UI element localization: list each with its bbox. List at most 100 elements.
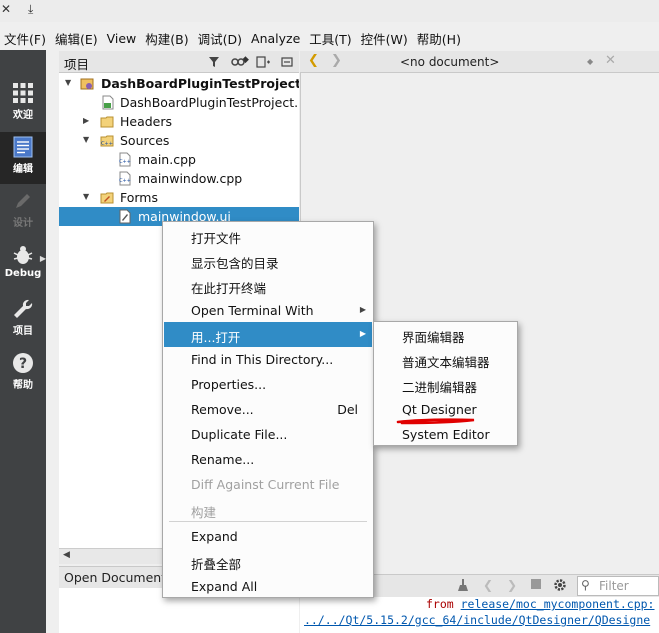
tree-row-mainwindow-cpp[interactable]: C++ mainwindow.cpp bbox=[59, 169, 299, 188]
expanded-arrow-icon[interactable]: ▼ bbox=[83, 192, 89, 201]
menu-controls[interactable]: 控件(W) bbox=[357, 29, 413, 48]
title-bar: ✕ ⤓ bbox=[0, 0, 659, 22]
svg-text:C++: C++ bbox=[101, 141, 113, 147]
forward-icon[interactable]: ❯ bbox=[331, 53, 342, 68]
shortcut-label: Del bbox=[337, 402, 358, 417]
menu-item-rename[interactable]: Rename... bbox=[164, 447, 372, 472]
menu-file[interactable]: 文件(F) bbox=[0, 29, 51, 48]
pane-title[interactable]: 项目 bbox=[64, 54, 89, 73]
menu-analyze[interactable]: Analyze bbox=[247, 31, 305, 46]
previous-item-icon[interactable]: ❮ bbox=[483, 578, 493, 592]
tree-row-main-cpp[interactable]: C++ main.cpp bbox=[59, 150, 299, 169]
tree-row-project[interactable]: ▼ DashBoardPluginTestProject bbox=[59, 74, 299, 93]
mode-label: Debug bbox=[4, 268, 42, 279]
menu-item-find-in-directory[interactable]: Find in This Directory... bbox=[164, 347, 372, 372]
cpp-file-icon: C++ bbox=[119, 171, 131, 186]
menu-item-show-containing-folder[interactable]: 显示包含的目录 bbox=[164, 248, 372, 273]
menu-item-duplicate-file[interactable]: Duplicate File... bbox=[164, 422, 372, 447]
mode-label: 欢迎 bbox=[13, 110, 33, 121]
editor-toolbar: ❮ ❯ <no document> ◆ ✕ bbox=[300, 51, 659, 73]
link-icon[interactable] bbox=[229, 53, 247, 71]
expand-arrow-icon: ▶ bbox=[39, 254, 46, 263]
menu-item-open-file[interactable]: 打开文件 bbox=[164, 223, 372, 248]
svg-text:C++: C++ bbox=[119, 178, 131, 184]
mode-label: 帮助 bbox=[13, 380, 33, 391]
tree-row-pro-file[interactable]: DashBoardPluginTestProject.pro bbox=[59, 93, 299, 112]
submenu-arrow-icon: ▶ bbox=[359, 305, 366, 314]
collapsed-arrow-icon[interactable]: ▶ bbox=[83, 116, 89, 125]
tree-row-sources[interactable]: ▼ C++ Sources bbox=[59, 131, 299, 150]
menu-item-properties[interactable]: Properties... bbox=[164, 372, 372, 397]
close-pane-icon[interactable] bbox=[278, 53, 296, 71]
gear-icon[interactable] bbox=[553, 578, 567, 595]
mode-label: 编辑 bbox=[13, 164, 33, 175]
menu-item-expand-all[interactable]: Expand All bbox=[164, 574, 372, 599]
red-underline-annotation bbox=[396, 418, 475, 425]
menu-view[interactable]: View bbox=[103, 31, 142, 46]
menu-item-expand[interactable]: Expand bbox=[164, 524, 372, 549]
combo-arrow-icon[interactable]: ◆ bbox=[587, 57, 593, 66]
menu-build[interactable]: 构建(B) bbox=[141, 29, 193, 48]
ui-file-icon bbox=[119, 209, 131, 224]
menu-item-remove[interactable]: Remove... Del bbox=[164, 397, 372, 422]
tree-row-forms[interactable]: ▼ Forms bbox=[59, 188, 299, 207]
folder-forms-icon bbox=[100, 192, 114, 204]
mode-edit[interactable]: 编辑 bbox=[0, 132, 46, 184]
expanded-arrow-icon[interactable]: ▼ bbox=[65, 78, 71, 87]
submenu-item-binary-editor[interactable]: 二进制编辑器 bbox=[375, 372, 516, 397]
mode-debug[interactable]: Debug ▶ bbox=[0, 240, 46, 292]
grid-icon bbox=[13, 83, 33, 103]
mode-welcome[interactable]: 欢迎 bbox=[0, 78, 46, 130]
mode-selector: 欢迎 编辑 设计 Debug ▶ 项目 ? 帮助 bbox=[0, 50, 46, 633]
filter-tree-icon[interactable] bbox=[205, 53, 223, 71]
output-line: from release/moc_mycomponent.cpp: bbox=[426, 597, 655, 611]
menu-separator bbox=[169, 521, 367, 522]
menu-item-build: 构建 bbox=[191, 505, 217, 520]
pro-file-icon bbox=[102, 95, 114, 110]
scroll-left-icon[interactable]: ◀ bbox=[63, 550, 70, 560]
close-document-icon[interactable]: ✕ bbox=[605, 53, 616, 68]
submenu-item-system-editor[interactable]: System Editor bbox=[375, 422, 516, 447]
project-icon bbox=[80, 78, 94, 90]
output-file-link[interactable]: ../../Qt/5.15.2/gcc_64/include/QtDesigne… bbox=[304, 613, 650, 627]
menu-bar: 文件(F) 编辑(E) View 构建(B) 调试(D) Analyze 工具(… bbox=[0, 27, 659, 49]
menu-help[interactable]: 帮助(H) bbox=[413, 29, 466, 48]
bug-icon bbox=[13, 246, 33, 264]
mode-help[interactable]: ? 帮助 bbox=[0, 348, 46, 400]
edit-document-icon bbox=[13, 136, 33, 158]
close-icon[interactable]: ✕ bbox=[1, 2, 11, 16]
filter-field[interactable]: ⚲ bbox=[577, 576, 659, 596]
output-line: ../../Qt/5.15.2/gcc_64/include/QtDesigne… bbox=[304, 613, 650, 627]
menu-item-open-terminal-here[interactable]: 在此打开终端 bbox=[164, 273, 372, 298]
folder-icon bbox=[100, 116, 114, 128]
submenu-item-form-editor[interactable]: 界面编辑器 bbox=[375, 322, 516, 347]
search-icon: ⚲ bbox=[581, 578, 590, 592]
menu-debug[interactable]: 调试(D) bbox=[194, 29, 247, 48]
menu-item-open-terminal-with[interactable]: Open Terminal With ▶ bbox=[164, 298, 372, 323]
open-documents-title[interactable]: Open Documents bbox=[64, 570, 173, 585]
output-file-link[interactable]: release/moc_mycomponent.cpp: bbox=[461, 597, 655, 611]
split-icon[interactable] bbox=[254, 53, 272, 71]
mode-projects[interactable]: 项目 bbox=[0, 294, 46, 346]
mode-label: 项目 bbox=[13, 326, 33, 337]
menu-edit[interactable]: 编辑(E) bbox=[51, 29, 103, 48]
tree-row-headers[interactable]: ▶ Headers bbox=[59, 112, 299, 131]
menu-item-open-with[interactable]: 用...打开 ▶ bbox=[164, 322, 372, 347]
pin-icon[interactable]: ⤓ bbox=[28, 2, 33, 17]
submenu-item-plain-text-editor[interactable]: 普通文本编辑器 bbox=[375, 347, 516, 372]
back-icon[interactable]: ❮ bbox=[308, 53, 319, 68]
submenu-arrow-icon: ▶ bbox=[359, 329, 366, 338]
clear-output-icon[interactable] bbox=[456, 578, 470, 595]
wrench-icon bbox=[14, 299, 33, 318]
stop-icon[interactable] bbox=[530, 578, 542, 593]
project-pane-header: 项目 ◆ bbox=[59, 51, 299, 73]
document-combo[interactable]: <no document> bbox=[400, 55, 499, 69]
filter-input[interactable] bbox=[599, 578, 657, 594]
expanded-arrow-icon[interactable]: ▼ bbox=[83, 135, 89, 144]
mode-design[interactable]: 设计 bbox=[0, 186, 46, 238]
menu-item-collapse-all[interactable]: 折叠全部 bbox=[164, 549, 372, 574]
menu-tools[interactable]: 工具(T) bbox=[305, 29, 356, 48]
output-log[interactable]: from release/moc_mycomponent.cpp: ../../… bbox=[300, 597, 659, 633]
mode-label: 设计 bbox=[13, 218, 33, 229]
next-item-icon[interactable]: ❯ bbox=[507, 578, 517, 592]
